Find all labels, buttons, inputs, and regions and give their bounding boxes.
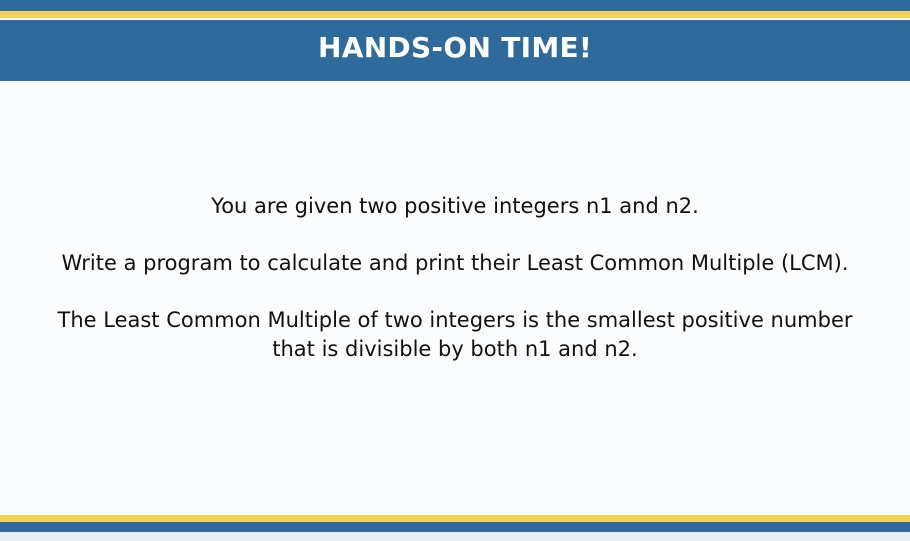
bottom-gold-stripe <box>0 515 910 522</box>
slide: HANDS-ON TIME! You are given two positiv… <box>0 0 910 541</box>
paragraph-problem-statement: You are given two positive integers n1 a… <box>211 194 699 218</box>
slide-title: HANDS-ON TIME! <box>317 31 593 64</box>
top-blue-stripe <box>0 0 910 11</box>
slide-body: You are given two positive integers n1 a… <box>40 192 870 392</box>
header-band: HANDS-ON TIME! <box>0 20 910 81</box>
bottom-blue-stripe <box>0 522 910 532</box>
paragraph-task: Write a program to calculate and print t… <box>61 251 849 275</box>
bottom-light-strip <box>0 532 910 541</box>
top-gold-stripe <box>0 11 910 18</box>
paragraph-definition: The Least Common Multiple of two integer… <box>57 308 853 361</box>
